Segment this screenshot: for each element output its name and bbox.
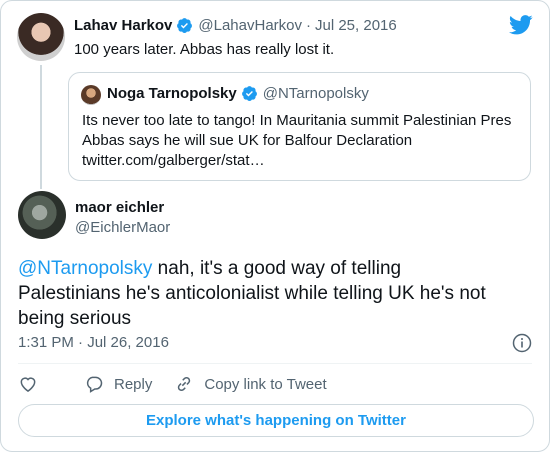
- quoted-tweet[interactable]: Noga Tarnopolsky @NTarnopolsky Its never…: [68, 72, 531, 181]
- link-icon: [178, 376, 191, 392]
- like-button[interactable]: [18, 374, 38, 394]
- author-handle[interactable]: @LahavHarkov: [198, 17, 302, 34]
- verified-badge-icon: [177, 18, 193, 34]
- embedded-tweet-card: Lahav Harkov @LahavHarkov · Jul 25, 2016…: [0, 0, 550, 452]
- explore-twitter-button[interactable]: Explore what's happening on Twitter: [18, 404, 534, 437]
- reply-label: Reply: [114, 375, 153, 393]
- quoted-text-line: Its never too late to tango! In Mauritan…: [82, 112, 512, 129]
- main-text-segment: being serious: [18, 308, 132, 329]
- main-text-segment: Palestinians he's anticolonialist while …: [18, 283, 486, 304]
- twitter-bird-icon[interactable]: [509, 15, 533, 35]
- quoted-tweet-text: Its never too late to tango! In Mauritan…: [82, 111, 522, 171]
- avatar-noga-tarnopolsky: [81, 85, 101, 105]
- copy-link-label: Copy link to Tweet: [204, 375, 327, 393]
- main-text-segment: nah, it's a good way of telling: [152, 258, 402, 279]
- parent-tweet-text: 100 years later. Abbas has really lost i…: [74, 41, 335, 58]
- quoted-author-handle: @NTarnopolsky: [262, 85, 369, 102]
- mention-link[interactable]: @NTarnopolsky: [18, 258, 152, 279]
- avatar-maor-eichler[interactable]: [18, 191, 66, 239]
- tweet-actions: Reply Copy link to Tweet: [18, 373, 349, 395]
- tweet-date[interactable]: Jul 25, 2016: [315, 17, 397, 34]
- quoted-author-name: Noga Tarnopolsky: [107, 85, 237, 102]
- info-icon[interactable]: [512, 333, 532, 353]
- quoted-text-line: Abbas says he will sue UK for Balfour De…: [82, 132, 413, 149]
- tweet-timestamp[interactable]: 1:31 PM · Jul 26, 2016: [18, 334, 169, 351]
- quoted-text-link[interactable]: twitter.com/galberger/stat…: [82, 151, 522, 171]
- verified-badge-icon: [241, 86, 257, 102]
- main-author-handle[interactable]: @EichlerMaor: [75, 219, 170, 236]
- avatar-lahav-harkov[interactable]: [17, 13, 65, 61]
- copy-link-button[interactable]: Copy link to Tweet: [174, 374, 327, 394]
- reply-icon: [86, 376, 103, 393]
- divider: [18, 363, 532, 364]
- parent-tweet-header: Lahav Harkov @LahavHarkov · Jul 25, 2016: [74, 17, 397, 34]
- main-author-name[interactable]: maor eichler: [75, 199, 164, 216]
- separator-dot: ·: [306, 17, 311, 34]
- main-tweet-text: @NTarnopolsky nah, it's a good way of te…: [18, 256, 533, 331]
- thread-connector-line: [40, 65, 42, 189]
- quoted-tweet-header: Noga Tarnopolsky @NTarnopolsky: [107, 85, 369, 102]
- heart-icon: [20, 377, 36, 392]
- author-name[interactable]: Lahav Harkov: [74, 17, 172, 34]
- reply-button[interactable]: Reply: [84, 374, 152, 394]
